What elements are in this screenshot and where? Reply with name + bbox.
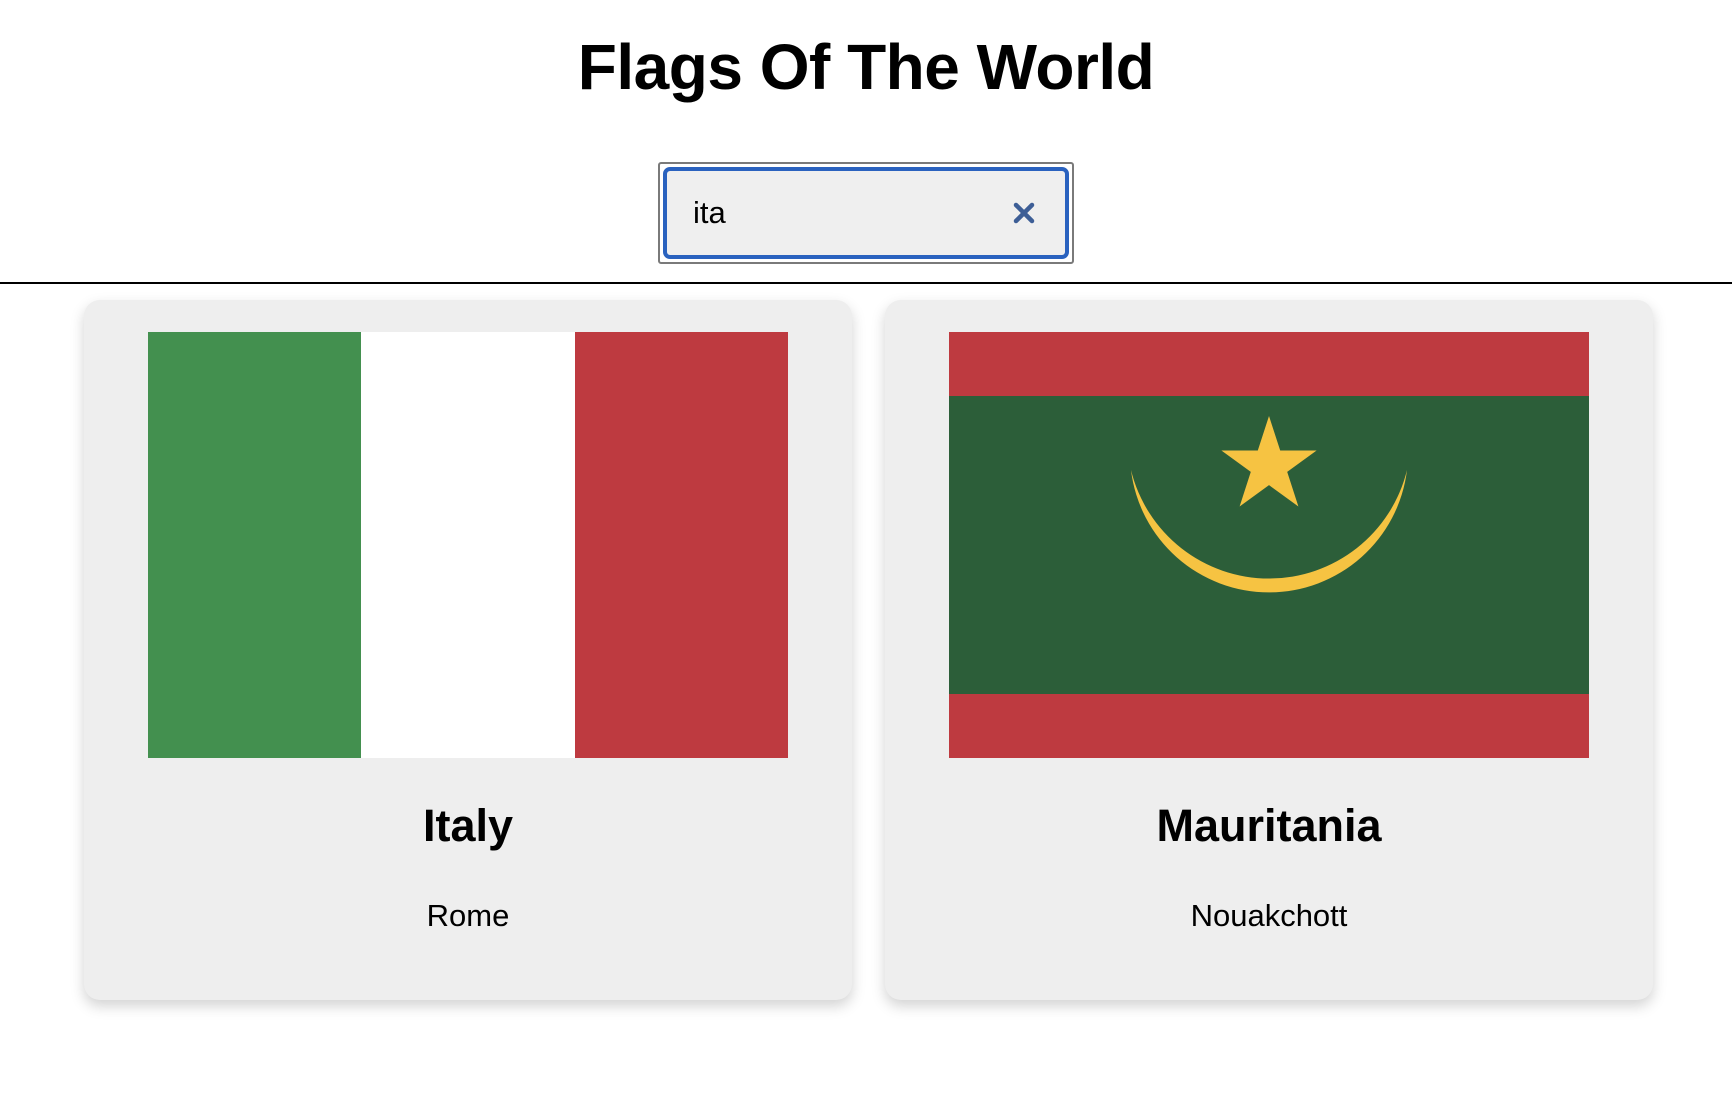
search-field[interactable] [658, 162, 1074, 264]
close-icon[interactable] [1009, 198, 1039, 228]
flag-stripe-green [148, 332, 361, 758]
flag-image-italy [148, 332, 788, 758]
page-title: Flags Of The World [577, 31, 1155, 103]
country-name: Italy [422, 800, 514, 851]
header-divider [0, 282, 1732, 284]
capital-name: Rome [426, 898, 510, 933]
country-name: Mauritania [1156, 800, 1382, 851]
flag-band-red-bottom [949, 694, 1589, 758]
flag-band-red-top [949, 332, 1589, 396]
search-box[interactable] [663, 167, 1069, 259]
flag-stripe-red [575, 332, 788, 758]
country-card[interactable]: Italy Rome [84, 300, 852, 1000]
flag-image-mauritania [949, 332, 1589, 758]
capital-name: Nouakchott [1190, 898, 1348, 933]
country-card[interactable]: Mauritania Nouakchott [885, 300, 1653, 1000]
clear-search-button[interactable] [1009, 198, 1039, 228]
flag-stripe-white [361, 332, 575, 758]
search-input[interactable] [693, 171, 993, 255]
